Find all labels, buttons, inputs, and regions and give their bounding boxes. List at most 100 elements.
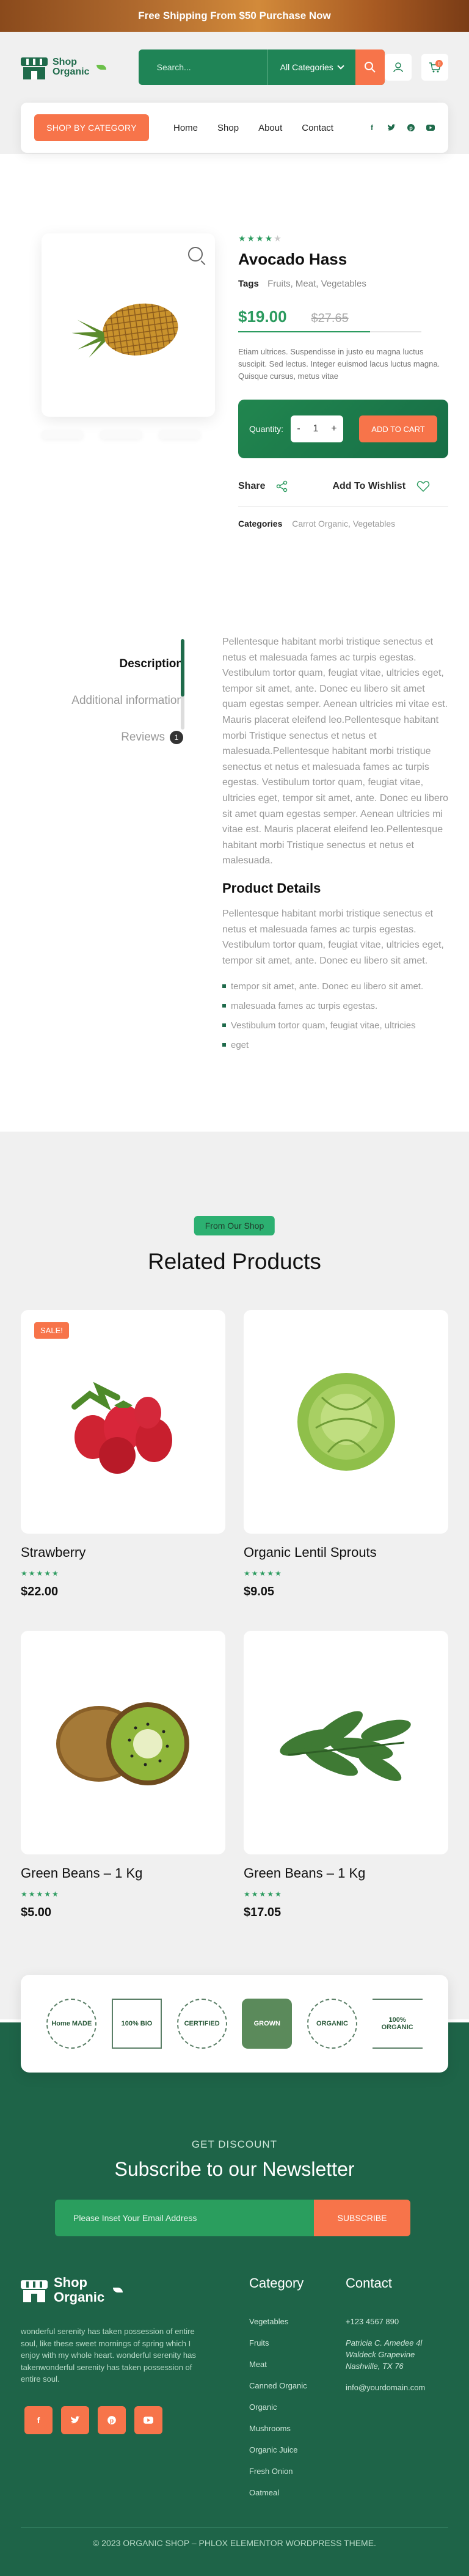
footer-link[interactable]: Fruits [249, 2338, 307, 2347]
contact-phone[interactable]: +123 4567 890 [346, 2317, 425, 2326]
contact-email[interactable]: info@yourdomain.com [346, 2383, 425, 2392]
svg-text:p: p [110, 2418, 114, 2424]
footer-contact-title: Contact [346, 2275, 392, 2291]
product-card-image[interactable]: SALE! [21, 1310, 225, 1534]
footer-logo-line1: Shop [54, 2275, 87, 2290]
categories-value[interactable]: Carrot Organic, Vegetables [292, 519, 395, 529]
rating-stars: ★★★★★ [244, 1890, 283, 1898]
badge-grown: GROWN [242, 1999, 293, 2049]
product-card-image[interactable] [21, 1631, 225, 1854]
badge-certified: CERTIFIED [176, 1999, 227, 2049]
product-card-name[interactable]: Organic Lentil Sprouts [244, 1545, 448, 1561]
subscribe-button[interactable]: SUBSCRIBE [314, 2200, 410, 2236]
leaf-icon [113, 2288, 123, 2293]
quantity-value[interactable]: 1 [313, 423, 319, 434]
account-button[interactable] [385, 54, 412, 81]
nav-contact[interactable]: Contact [302, 123, 333, 133]
thumbnail[interactable] [42, 430, 83, 439]
product-short-description: Etiam ultrices. Suspendisse in justo eu … [238, 347, 440, 381]
reviews-count-badge: 1 [170, 731, 183, 744]
tags-value[interactable]: Fruits, Meat, Vegetables [267, 279, 366, 289]
price-divider [238, 331, 421, 332]
details-paragraph: Pellentesque habitant morbi tristique se… [222, 909, 444, 966]
pinterest-icon[interactable]: p [98, 2406, 126, 2434]
product-price: $19.00 [238, 307, 287, 326]
rating-stars: ★★★★★ [21, 1890, 60, 1898]
store-icon [21, 55, 48, 79]
contact-address-line: Patricia C. Amedee 4l [346, 2338, 423, 2347]
nav-about[interactable]: About [258, 123, 282, 133]
add-to-cart-button[interactable]: ADD TO CART [359, 415, 437, 443]
tab-additional-information[interactable]: Additional information [0, 694, 183, 731]
increment-button[interactable]: + [331, 423, 336, 434]
newsletter-form: SUBSCRIBE [55, 2200, 410, 2236]
copyright: © 2023 ORGANIC SHOP – PHLOX ELEMENTOR WO… [93, 2538, 376, 2548]
store-icon [21, 2278, 48, 2303]
twitter-icon[interactable] [387, 123, 396, 132]
search-icon [364, 62, 376, 73]
add-to-wishlist-button[interactable]: Add To Wishlist [332, 480, 430, 492]
tab-description[interactable]: Description [0, 638, 183, 694]
category-select[interactable]: All Categories [267, 49, 355, 85]
badge-100-organic: 100% ORGANIC [372, 1999, 423, 2049]
product-image [71, 303, 178, 358]
product-card-price: $5.00 [21, 1906, 52, 1919]
footer-link[interactable]: Vegetables [249, 2317, 307, 2326]
email-field[interactable] [55, 2200, 314, 2236]
product-info: ★★★★★ Avocado Hass Tags Fruits, Meat, Ve… [238, 233, 448, 529]
youtube-icon[interactable] [426, 123, 435, 132]
divider [238, 506, 448, 507]
contact-address-line: Nashville, TX 76 [346, 2362, 404, 2371]
nav-home[interactable]: Home [173, 123, 198, 133]
quantity-stepper[interactable]: - 1 + [291, 415, 344, 443]
product-card-name[interactable]: Green Beans – 1 Kg [21, 1865, 225, 1881]
rating-stars: ★★★★★ [238, 233, 283, 243]
promo-text: Free Shipping From $50 Purchase Now [138, 10, 331, 21]
product-card[interactable]: SALE! Strawberry ★★★★★ $22.00 [21, 1310, 225, 1612]
quantity-label: Quantity: [249, 424, 284, 434]
product-card[interactable]: Green Beans – 1 Kg ★★★★★ $17.05 [244, 1631, 448, 1933]
product-card-name[interactable]: Green Beans – 1 Kg [244, 1865, 448, 1881]
twitter-icon[interactable] [61, 2406, 89, 2434]
nav-shop[interactable]: Shop [217, 123, 239, 133]
cabbage-image [297, 1373, 395, 1471]
footer-link[interactable]: Meat [249, 2360, 307, 2369]
product-card[interactable]: Green Beans – 1 Kg ★★★★★ $5.00 [21, 1631, 225, 1933]
pinterest-icon[interactable]: p [407, 123, 415, 132]
youtube-icon[interactable] [134, 2406, 162, 2434]
product-card-name[interactable]: Strawberry [21, 1545, 225, 1561]
facebook-icon[interactable]: f [24, 2406, 53, 2434]
search-button[interactable] [355, 49, 385, 85]
product-card-price: $17.05 [244, 1906, 282, 1919]
footer-link[interactable]: Mushrooms [249, 2424, 307, 2433]
heart-icon [416, 481, 430, 492]
footer-link[interactable]: Organic [249, 2402, 307, 2412]
zoom-icon[interactable] [188, 247, 203, 262]
site-logo[interactable]: Shop Organic [21, 55, 117, 79]
tab-reviews[interactable]: Reviews 1 [0, 731, 183, 767]
product-gallery[interactable] [42, 233, 215, 417]
wishlist-label: Add To Wishlist [332, 481, 406, 492]
rating-stars: ★★★★★ [21, 1569, 60, 1578]
product-card-image[interactable] [244, 1631, 448, 1854]
shop-by-category-button[interactable]: SHOP BY CATEGORY [34, 114, 149, 141]
list-item: eget [222, 1038, 449, 1053]
thumbnail[interactable] [100, 430, 142, 439]
search-input[interactable] [138, 49, 267, 85]
footer-link[interactable]: Canned Organic [249, 2381, 307, 2390]
divider [21, 2527, 448, 2528]
decrement-button[interactable]: - [297, 423, 300, 434]
share-icon[interactable] [276, 480, 288, 492]
share-label: Share [238, 481, 266, 492]
footer-logo[interactable]: Shop Organic [21, 2275, 123, 2305]
footer-link[interactable]: Oatmeal [249, 2488, 307, 2497]
product-card[interactable]: Organic Lentil Sprouts ★★★★★ $9.05 [244, 1310, 448, 1612]
product-grid: SALE! Strawberry ★★★★★ $22.00 Organic Le… [21, 1310, 448, 1933]
thumbnail[interactable] [159, 430, 200, 439]
footer-link[interactable]: Fresh Onion [249, 2467, 307, 2476]
share-button[interactable]: Share [238, 481, 265, 492]
facebook-icon[interactable]: f [368, 123, 376, 132]
cart-button[interactable]: 0 [421, 54, 448, 81]
product-card-image[interactable] [244, 1310, 448, 1534]
footer-link[interactable]: Organic Juice [249, 2445, 307, 2454]
